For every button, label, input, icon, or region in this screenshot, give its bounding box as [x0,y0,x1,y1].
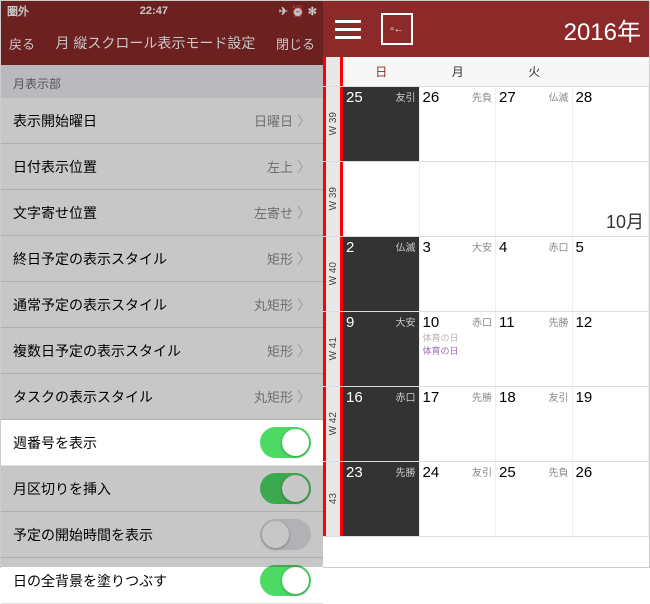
toggle-switch[interactable] [260,427,311,458]
calendar-day[interactable]: 25友引 [343,87,420,161]
calendar-day[interactable]: 4赤口 [496,237,573,311]
week-number-column-header [323,57,343,86]
chevron-right-icon: 〉 [297,111,311,131]
week-row: W 4216赤口17先勝18友引19 [323,387,649,462]
setting-label: 月区切りを挿入 [13,479,111,499]
status-time: 22:47 [140,5,168,17]
calendar-day[interactable]: 9大安 [343,312,420,386]
setting-label: タスクの表示スタイル [13,387,153,407]
weekday-label: 月 [420,57,497,86]
week-row: W 3925友引26先負27仏滅28 [323,87,649,162]
status-carrier: 圏外 [7,3,29,19]
setting-value: 矩形〉 [267,341,311,361]
calendar-day[interactable]: 17先勝 [420,387,497,461]
calendar-day[interactable]: 3大安 [420,237,497,311]
today-icon[interactable]: ▫← [381,13,413,45]
calendar-day[interactable]: 16赤口 [343,387,420,461]
week-number: W 39 [323,87,343,161]
toggle-switch[interactable] [260,565,311,596]
setting-value: 丸矩形〉 [254,387,311,407]
status-icons: ✈ ⏰ ✻ [279,5,317,18]
weekday-label: 火 [496,57,573,86]
chevron-right-icon: 〉 [297,295,311,315]
setting-row-1[interactable]: 日付表示位置 左上〉 [1,144,323,190]
week-number: W 39 [323,162,343,236]
toggle-switch[interactable] [260,473,311,504]
setting-label: 日の全背景を塗りつぶす [13,571,167,591]
calendar-day[interactable]: 10月 [573,162,650,236]
chevron-right-icon: 〉 [297,203,311,223]
chevron-right-icon: 〉 [297,157,311,177]
toggle-switch[interactable] [260,519,311,550]
close-button[interactable]: 閉じる [276,34,315,53]
setting-row-6[interactable]: タスクの表示スタイル 丸矩形〉 [1,374,323,420]
week-row: W 402仏滅3大安4赤口5 [323,237,649,312]
calendar-day[interactable]: 24友引 [420,462,497,536]
weekday-label [573,57,650,86]
week-row: 4323先勝24友引25先負26 [323,462,649,537]
chevron-right-icon: 〉 [297,387,311,407]
setting-label: 複数日予定の表示スタイル [13,341,181,361]
setting-label: 通常予定の表示スタイル [13,295,167,315]
week-row: W 419大安10赤口体育の日体育の日11先勝12 [323,312,649,387]
setting-row-3[interactable]: 終日予定の表示スタイル 矩形〉 [1,236,323,282]
calendar-day[interactable]: 10赤口体育の日体育の日 [420,312,497,386]
setting-value: 矩形〉 [267,249,311,269]
week-row: W 39 10月 [323,162,649,237]
calendar-day[interactable]: 11先勝 [496,312,573,386]
calendar-day[interactable]: 12 [573,312,650,386]
calendar-day[interactable] [420,162,497,236]
menu-icon[interactable] [331,16,365,43]
calendar-body[interactable]: W 3925友引26先負27仏滅28W 3910月W 402仏滅3大安4赤口5W… [323,87,649,537]
calendar-day[interactable]: 2仏滅 [343,237,420,311]
setting-row-7[interactable]: 週番号を表示 [1,420,323,466]
setting-value: 日曜日〉 [254,111,311,131]
section-header: 月表示部 [1,65,323,98]
calendar-day[interactable]: 18友引 [496,387,573,461]
setting-row-8[interactable]: 月区切りを挿入 [1,466,323,512]
settings-list: 表示開始曜日 日曜日〉日付表示位置 左上〉文字寄せ位置 左寄せ〉終日予定の表示スタイル… [1,98,323,604]
setting-value: 左上〉 [267,157,311,177]
calendar-day[interactable]: 23先勝 [343,462,420,536]
status-bar: 圏外 22:47 ✈ ⏰ ✻ [1,1,323,21]
calendar-header: ▫← 2016年 [323,1,649,57]
calendar-day[interactable] [343,162,420,236]
settings-pane: 圏外 22:47 ✈ ⏰ ✻ 戻る 月 縦スクロール表示モード設定 閉じる 月表… [1,1,323,567]
calendar-day[interactable]: 5 [573,237,650,311]
calendar-day[interactable]: 28 [573,87,650,161]
setting-row-4[interactable]: 通常予定の表示スタイル 丸矩形〉 [1,282,323,328]
year-label: 2016年 [564,12,641,47]
week-number: W 42 [323,387,343,461]
calendar-day[interactable]: 25先負 [496,462,573,536]
setting-row-0[interactable]: 表示開始曜日 日曜日〉 [1,98,323,144]
setting-row-5[interactable]: 複数日予定の表示スタイル 矩形〉 [1,328,323,374]
calendar-day[interactable]: 27仏滅 [496,87,573,161]
setting-value: 左寄せ〉 [254,203,311,223]
calendar-pane: ▫← 2016年 日月火 W 3925友引26先負27仏滅28W 3910月W … [323,1,649,567]
week-number: W 40 [323,237,343,311]
setting-label: 週番号を表示 [13,433,97,453]
week-number: W 41 [323,312,343,386]
weekday-row: 日月火 [323,57,649,87]
calendar-day[interactable]: 26先負 [420,87,497,161]
chevron-right-icon: 〉 [297,341,311,361]
setting-value: 丸矩形〉 [254,295,311,315]
calendar-day[interactable]: 19 [573,387,650,461]
setting-label: 終日予定の表示スタイル [13,249,167,269]
chevron-right-icon: 〉 [297,249,311,269]
calendar-day[interactable]: 26 [573,462,650,536]
back-button[interactable]: 戻る [9,34,35,53]
week-number: 43 [323,462,343,536]
setting-label: 日付表示位置 [13,157,97,177]
weekday-label: 日 [343,57,420,86]
setting-row-10[interactable]: 日の全背景を塗りつぶす [1,558,323,604]
setting-label: 予定の開始時間を表示 [13,525,153,545]
nav-title: 月 縦スクロール表示モード設定 [56,33,256,53]
setting-row-2[interactable]: 文字寄せ位置 左寄せ〉 [1,190,323,236]
setting-label: 文字寄せ位置 [13,203,97,223]
calendar-day[interactable] [496,162,573,236]
setting-label: 表示開始曜日 [13,111,97,131]
setting-row-9[interactable]: 予定の開始時間を表示 [1,512,323,558]
nav-bar: 戻る 月 縦スクロール表示モード設定 閉じる [1,21,323,65]
